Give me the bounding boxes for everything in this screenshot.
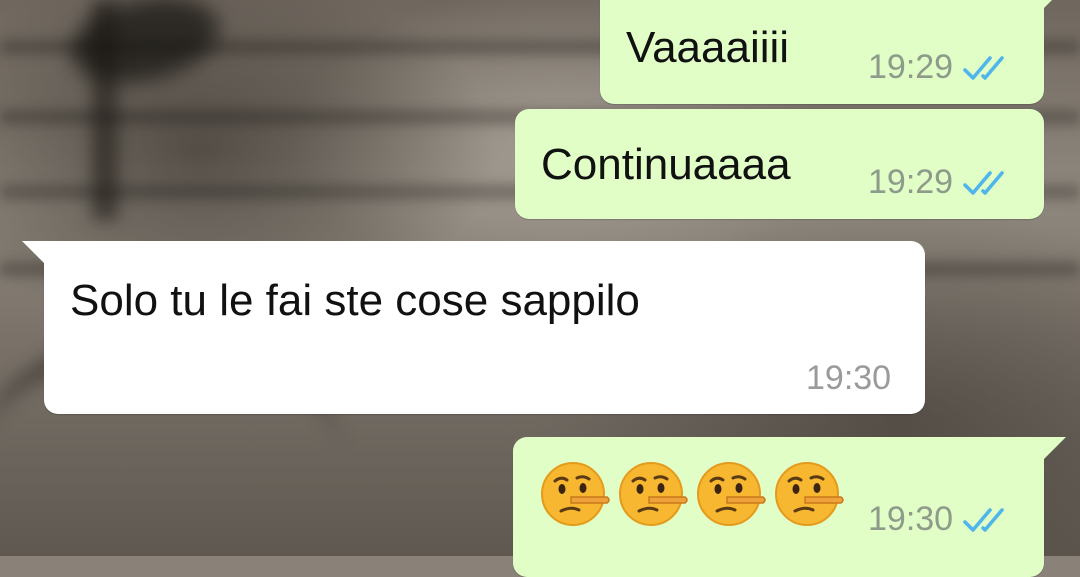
bubble-tail <box>1042 437 1066 461</box>
message-time: 19:30 <box>868 500 954 538</box>
lying-face-emoji-icon <box>697 462 766 526</box>
lying-face-emoji-icon <box>541 462 610 526</box>
message-meta: 19:30 <box>868 500 1009 539</box>
lying-face-emoji-icon <box>619 462 688 526</box>
message-meta: 19:30 <box>806 359 891 398</box>
double-check-icon <box>963 55 1004 80</box>
message-bubble-outgoing[interactable]: Vaaaaiiii 19:29 <box>600 0 1066 104</box>
message-time: 19:29 <box>868 48 954 86</box>
lying-face-emoji-icon <box>775 462 844 526</box>
double-check-icon <box>963 507 1004 532</box>
bubble-tail <box>1042 0 1066 10</box>
message-time: 19:29 <box>868 163 954 201</box>
message-meta: 19:29 <box>868 48 1009 87</box>
message-bubble-outgoing[interactable]: 19:30 <box>513 437 1066 577</box>
message-text: Continuaaaa <box>541 140 791 189</box>
message-text: Solo tu le fai ste cose sappilo <box>70 276 640 325</box>
message-emoji-row <box>541 459 845 529</box>
bubble-tail <box>22 241 46 265</box>
message-bubble-incoming[interactable]: Solo tu le fai ste cose sappilo 19:30 <box>22 241 925 414</box>
message-text: Vaaaaiiii <box>626 23 790 72</box>
double-check-icon <box>963 170 1004 195</box>
wallpaper-music-note <box>63 0 227 95</box>
wallpaper-music-stem <box>92 0 118 220</box>
message-meta: 19:29 <box>868 163 1009 202</box>
message-bubble-outgoing[interactable]: Continuaaaa 19:29 <box>515 109 1044 219</box>
message-time: 19:30 <box>806 359 892 397</box>
